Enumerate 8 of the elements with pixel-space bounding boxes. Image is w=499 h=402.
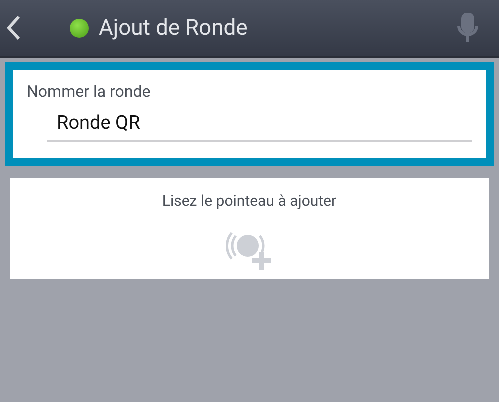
field-label: Nommer la ronde [27, 82, 152, 101]
name-field[interactable]: Nommer la ronde Ronde QR [5, 62, 494, 166]
scan-card[interactable]: Lisez le pointeau à ajouter [10, 178, 489, 279]
screen-title: Ajout de Ronde [99, 16, 249, 40]
status-dot-icon [70, 18, 89, 38]
name-input-field[interactable]: Ronde QR [47, 111, 472, 142]
back-icon[interactable] [6, 15, 22, 41]
scan-instruction: Lisez le pointeau à ajouter [162, 192, 337, 210]
